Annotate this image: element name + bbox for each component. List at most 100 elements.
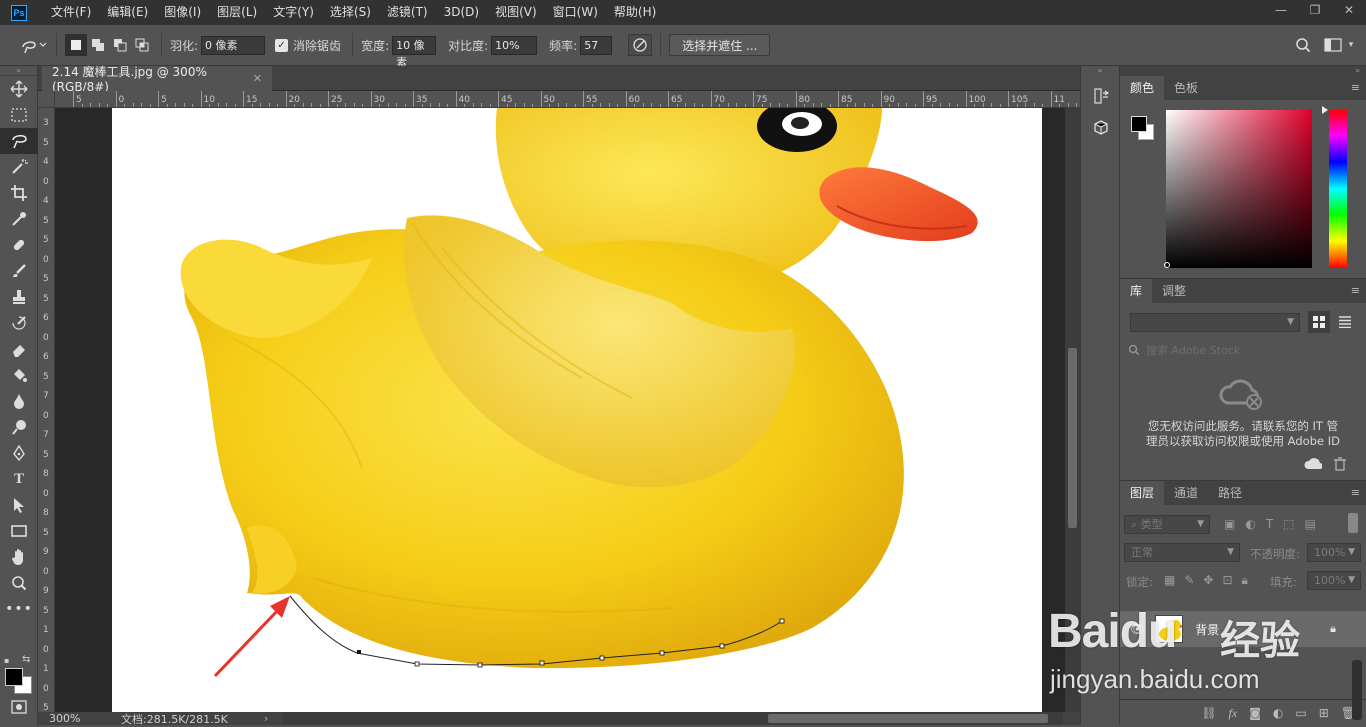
document-canvas[interactable] [112,108,1042,712]
panels-collapse-icon[interactable]: » [1120,66,1366,76]
type-tool-icon[interactable]: T [0,466,38,492]
new-layer-icon[interactable]: ⊞ [1319,706,1329,720]
default-colors-icon[interactable]: ▪ [4,656,9,665]
workspace-dropdown-icon[interactable]: ▾ [1344,34,1358,56]
ruler-origin[interactable] [38,91,55,108]
adjustment-layer-icon[interactable]: ◐ [1273,706,1283,720]
horizontal-ruler[interactable]: 5 0 5 10 15 20 25 30 35 40 45 50 55 60 65 70 75 80 85 90 95 1… [55,91,1080,108]
canvas-area[interactable] [55,108,1065,712]
add-to-selection-icon[interactable] [87,34,109,56]
workspace-icon[interactable] [1322,34,1344,56]
zoom-tool-icon[interactable] [0,570,38,596]
contrast-input[interactable]: 10% [491,35,538,55]
eraser-tool-icon[interactable] [0,336,38,362]
close-window-button[interactable]: ✕ [1332,0,1366,20]
menu-item-10[interactable]: 帮助(H) [606,0,664,25]
horizontal-scroll-thumb[interactable] [768,714,1048,723]
healing-brush-tool-icon[interactable] [0,232,38,258]
lock-pixels-icon[interactable]: ✎ [1184,573,1194,588]
type-filter-icon[interactable]: T [1266,517,1273,531]
tab-swatches[interactable]: 色板 [1164,76,1208,100]
hue-slider-handle[interactable] [1322,106,1328,114]
smart-object-filter-icon[interactable]: ▤ [1305,517,1316,531]
intersect-selection-icon[interactable] [131,34,153,56]
layer-visibility-icon[interactable]: 👁︎ [1130,622,1145,636]
hue-slider[interactable] [1329,110,1347,268]
pixel-filter-icon[interactable]: ▣ [1224,517,1235,531]
stylus-pressure-icon[interactable] [628,34,653,56]
quick-mask-icon[interactable] [0,694,38,720]
color-chips[interactable]: ▪ ⇆ [4,654,36,694]
antialias-checkbox[interactable]: ✓ [275,38,289,52]
lock-all-icon[interactable]: 🔒︎ [1242,573,1248,588]
library-dropdown[interactable]: ▼ [1130,313,1300,332]
paint-bucket-tool-icon[interactable] [0,362,38,388]
layer-filter-dropdown[interactable]: ⌕ 类型 ▼ [1124,515,1210,534]
toolbox-collapse-icon[interactable]: » [0,66,37,76]
lock-transparent-icon[interactable]: ▦ [1164,573,1175,588]
dodge-tool-icon[interactable] [0,414,38,440]
rectangle-tool-icon[interactable] [0,518,38,544]
document-tab[interactable]: 2.14 魔棒工具.jpg @ 300%(RGB/8#) ✕ [42,65,272,94]
tab-channels[interactable]: 通道 [1164,481,1208,505]
magnetic-lasso-tool-preset-icon[interactable] [18,34,48,56]
menu-item-1[interactable]: 编辑(E) [99,0,156,25]
menu-item-0[interactable]: 文件(F) [43,0,99,25]
vertical-scroll-thumb[interactable] [1068,348,1077,528]
layer-lock-icon[interactable]: 🔒︎ [1330,622,1336,636]
grid-view-icon[interactable] [1308,311,1330,333]
eyedropper-tool-icon[interactable] [0,206,38,232]
minimize-button[interactable]: — [1264,0,1298,20]
panel-menu-icon[interactable]: ≡ [1351,284,1360,297]
trash-icon[interactable] [1334,457,1346,474]
vertical-scrollbar[interactable] [1065,108,1080,712]
tab-color[interactable]: 颜色 [1120,76,1165,100]
swap-colors-icon[interactable]: ⇆ [22,654,30,665]
menu-item-5[interactable]: 选择(S) [322,0,379,25]
blend-mode-dropdown[interactable]: 正常 ▼ [1124,543,1240,562]
brush-tool-icon[interactable] [0,258,38,284]
foreground-color-swatch[interactable] [5,668,23,686]
saturation-field[interactable] [1166,110,1312,268]
tab-layers[interactable]: 图层 [1120,481,1165,505]
marquee-tool-icon[interactable] [0,102,38,128]
hand-tool-icon[interactable] [0,544,38,570]
panels-scrollbar[interactable] [1352,660,1362,720]
select-and-mask-button[interactable]: 选择并遮住 ... [669,34,771,56]
adjustment-filter-icon[interactable]: ◐ [1245,517,1255,531]
magic-wand-tool-icon[interactable] [0,154,38,180]
clone-stamp-tool-icon[interactable] [0,284,38,310]
list-view-icon[interactable] [1334,311,1356,333]
tab-library[interactable]: 库 [1120,279,1153,303]
subtract-from-selection-icon[interactable] [109,34,131,56]
menu-item-6[interactable]: 滤镜(T) [379,0,436,25]
path-selection-tool-icon[interactable] [0,492,38,518]
status-arrow-icon[interactable]: › [264,712,268,725]
panel-menu-icon[interactable]: ≡ [1351,81,1360,94]
crop-tool-icon[interactable] [0,180,38,206]
dock-collapse-icon[interactable]: « [1081,66,1119,76]
tab-adjustments[interactable]: 调整 [1152,279,1196,303]
pen-tool-icon[interactable] [0,440,38,466]
new-selection-icon[interactable] [65,34,87,56]
menu-item-7[interactable]: 3D(D) [436,0,487,25]
more-tools-icon[interactable]: ••• [0,596,38,622]
zoom-level[interactable]: 300% [49,712,119,725]
link-layers-icon[interactable]: ⛓︎ [1201,706,1216,720]
horizontal-scrollbar[interactable] [283,712,1063,725]
tab-paths[interactable]: 路径 [1208,481,1252,505]
layer-name[interactable]: 背景 [1195,621,1219,638]
color-picker-cursor[interactable] [1164,262,1170,268]
opacity-input[interactable]: 100% ▼ [1307,543,1361,562]
new-group-icon[interactable]: ▭ [1295,706,1306,720]
lasso-tool-icon[interactable] [0,128,38,154]
fx-icon[interactable]: fx [1229,706,1238,721]
search-icon[interactable] [1292,34,1314,56]
add-mask-icon[interactable]: ◙ [1249,706,1261,720]
history-panel-icon[interactable] [1081,82,1121,110]
blur-tool-icon[interactable] [0,388,38,414]
panel-menu-icon[interactable]: ≡ [1351,486,1360,499]
menu-item-8[interactable]: 视图(V) [487,0,545,25]
frequency-input[interactable]: 57 [580,35,613,55]
lock-artboard-icon[interactable]: ⊡ [1222,573,1232,588]
